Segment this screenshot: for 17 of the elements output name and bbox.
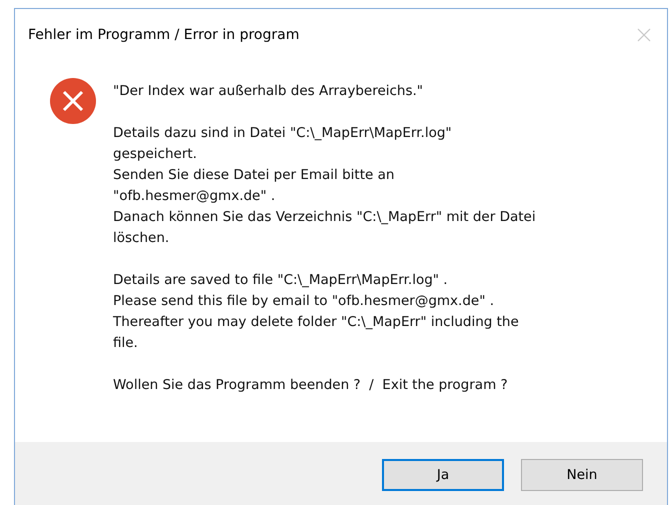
message-text: löschen. <box>113 229 170 248</box>
close-icon[interactable] <box>637 28 651 42</box>
message-text: file. <box>113 334 139 353</box>
message-text: Danach können Sie das Verzeichnis "C:\_MapErr" mit der Datei <box>113 208 536 227</box>
message-text: Details are saved to file "C:\_MapErr\MapErr.log" . <box>113 271 449 290</box>
yes-button[interactable]: Ja <box>382 459 504 491</box>
message-text: Wollen Sie das Programm beenden ? / Exit the program ? <box>113 376 509 395</box>
message-text: Details dazu sind in Datei "C:\_MapErr\MapErr.log" <box>113 124 453 143</box>
message-text: Senden Sie diese Datei per Email bitte an <box>113 166 396 185</box>
no-button[interactable]: Nein <box>521 459 643 491</box>
window-title: Fehler im Programm / Error in program <box>28 27 300 43</box>
error-icon <box>50 78 96 124</box>
message-text: "Der Index war außerhalb des Arraybereichs." <box>113 82 424 101</box>
message-text: gespeichert. <box>113 145 198 164</box>
message-text: Thereafter you may delete folder "C:\_MapErr" including the <box>113 313 520 332</box>
message-text: Please send this file by email to "ofb.hesmer@gmx.de" . <box>113 292 495 311</box>
message-text: "ofb.hesmer@gmx.de" . <box>113 187 276 206</box>
